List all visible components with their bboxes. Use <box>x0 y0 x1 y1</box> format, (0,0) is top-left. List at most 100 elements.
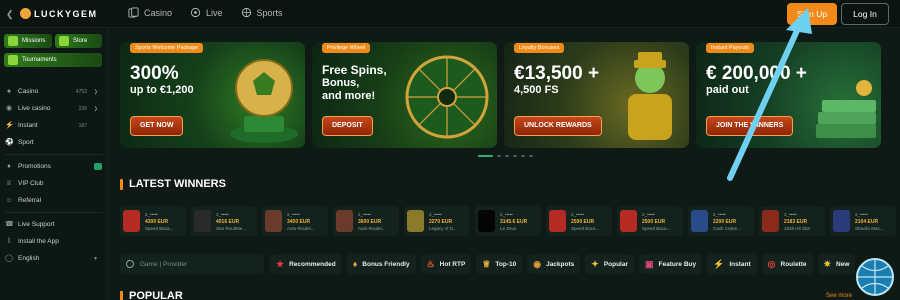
carousel-dot[interactable] <box>478 155 493 157</box>
sidebar-item-live-support[interactable]: ☎ Live Support <box>0 216 108 233</box>
bolt-icon: ⚡ <box>713 258 725 269</box>
filter-chip-jackpots[interactable]: ◉ Jackpots <box>527 254 581 274</box>
sidebar-item-count: 187 <box>78 122 87 129</box>
sidebar-item-live-casino[interactable]: ◉ Live casino 226 ❯ <box>0 100 108 117</box>
banner-instant-payouts[interactable]: Instant Payouts € 200,000 + paid out JOI… <box>696 42 881 148</box>
winner-card[interactable]: 2_••••• 2270 EUR Legacy of D... <box>404 206 470 236</box>
winner-game: Star Roulette... <box>216 226 247 231</box>
winner-card[interactable]: 2_••••• 2104 EUR Shaolin Mas... <box>830 206 896 236</box>
sidebar-item-casino[interactable]: ♠ Casino 4753 ❯ <box>0 83 108 100</box>
banner-headline: € 200,000 + <box>706 63 807 84</box>
brand-logo[interactable]: LUCKYGEM <box>20 8 98 19</box>
topnav-label: Live <box>206 7 223 18</box>
sidebar-item-referral[interactable]: ☺ Referral <box>0 192 108 209</box>
topnav-casino[interactable]: Casino <box>128 7 172 18</box>
sidebar-divider <box>5 212 103 213</box>
winner-card[interactable]: 2_••••• 3145.6 EUR Le Zeus <box>475 206 541 236</box>
filter-chip-hot-rtp[interactable]: ♨ Hot RTP <box>420 254 472 274</box>
game-thumbnail <box>336 210 353 232</box>
winner-username: 2_••••• <box>642 212 655 217</box>
winner-card[interactable]: 2_••••• 2500 EUR Speed Baca... <box>617 206 683 236</box>
banner-cta-button[interactable]: UNLOCK REWARDS <box>514 116 602 136</box>
sidebar-tile-store[interactable]: Store <box>55 34 102 48</box>
tile-label: Store <box>73 38 88 44</box>
winner-game: Speed Baca... <box>642 226 671 231</box>
medal-icon: ✦ <box>591 258 599 269</box>
cards-icon: ♠ <box>7 87 11 95</box>
banner-sports-welcome[interactable]: Sports Welcome Package 300% up to €1,200… <box>120 42 305 148</box>
gift-icon: ♦ <box>352 258 358 269</box>
search-input[interactable] <box>140 260 250 268</box>
see-more-link[interactable]: See more <box>826 293 852 299</box>
winner-card[interactable]: 2_••••• 3600 EUR Auto-Roulet... <box>333 206 399 236</box>
sidebar-item-vip-club[interactable]: ♕ VIP Club <box>0 175 108 192</box>
topnav-live[interactable]: Live <box>190 7 223 18</box>
winner-game: Shaolin Mas... <box>855 226 884 231</box>
winner-amount: 2104 EUR <box>855 219 879 225</box>
game-thumbnail <box>407 210 424 232</box>
login-button[interactable]: Log In <box>841 3 889 25</box>
topnav-sports[interactable]: Sports <box>241 7 283 18</box>
sidebar-list: ♠ Casino 4753 ❯ ◉ Live casino 226 ❯ ⚡ In… <box>0 83 108 267</box>
heading-accent-bar <box>120 178 123 190</box>
game-thumbnail <box>265 210 282 232</box>
filter-chip-top-10[interactable]: ♕ Top-10 <box>476 254 523 274</box>
carousel-dot[interactable] <box>497 155 501 157</box>
vip-globe-badge-icon[interactable] <box>854 256 896 298</box>
bolt-icon: ⚡ <box>5 121 14 129</box>
sidebar-item-promotions[interactable]: ♦ Promotions <box>0 158 108 175</box>
winner-card[interactable]: 2_••••• 2183 EUR 1626 Hit Slot <box>759 206 825 236</box>
headset-icon: ☎ <box>5 220 14 228</box>
section-title: LATEST WINNERS <box>129 178 226 190</box>
promotions-badge <box>94 163 102 170</box>
winner-username: 2_••••• <box>429 212 442 217</box>
missions-icon <box>8 36 18 46</box>
filter-label: Jackpots <box>546 260 575 268</box>
game-thumbnail <box>478 210 495 232</box>
filter-label: Roulette <box>780 260 807 268</box>
winner-username: 2_••••• <box>784 212 797 217</box>
search-box[interactable] <box>120 254 264 274</box>
sidebar-tile-tournaments[interactable]: Tournaments <box>4 53 102 67</box>
gift-icon: ♦ <box>7 162 11 170</box>
winner-card[interactable]: 2_••••• 2200 EUR Cash Crane... <box>688 206 754 236</box>
filter-chip-popular[interactable]: ✦ Popular <box>585 254 635 274</box>
new-icon: ✷ <box>823 258 832 269</box>
banner-cta-button[interactable]: JOIN THE WINNERS <box>706 116 794 136</box>
banner-cta-button[interactable]: GET NOW <box>130 116 184 136</box>
filter-chip-recommended[interactable]: ★ Recommended <box>270 254 342 274</box>
filter-label: Feature Buy <box>658 260 697 268</box>
filter-chip-instant[interactable]: ⚡ Instant <box>707 254 757 274</box>
filter-chip-roulette[interactable]: ◎ Roulette <box>761 254 813 274</box>
winner-amount: 4300 EUR <box>145 219 169 225</box>
carousel-dot[interactable] <box>505 155 509 157</box>
winner-username: 2_••••• <box>855 212 868 217</box>
sidebar-item-instant[interactable]: ⚡ Instant 187 <box>0 117 108 134</box>
latest-winners-heading: LATEST WINNERS <box>120 178 226 190</box>
crown-icon: ♕ <box>5 179 13 187</box>
banner-privilege-wheel[interactable]: Privilege Wheel Free Spins, Bonus, and m… <box>312 42 497 148</box>
sidebar-item-install-app[interactable]: ⇩ Install the App <box>0 233 108 250</box>
sidebar-item-sport[interactable]: ⚽ Sport <box>0 134 108 151</box>
sidebar-toggle-icon[interactable]: ❮ <box>6 9 16 19</box>
sidebar-tile-missions[interactable]: Missions <box>4 34 52 48</box>
filter-chip-bonus-friendly[interactable]: ♦ Bonus Friendly <box>346 254 416 274</box>
carousel-dot[interactable] <box>529 155 533 157</box>
carousel-dot[interactable] <box>521 155 525 157</box>
banner-cta-button[interactable]: DEPOSIT <box>322 116 373 136</box>
ticket-icon: ▣ <box>645 258 654 269</box>
banner-tag: Sports Welcome Package <box>130 43 204 53</box>
filter-chip-feature-buy[interactable]: ▣ Feature Buy <box>639 254 703 274</box>
carousel-dot[interactable] <box>513 155 517 157</box>
filter-chip-new[interactable]: ✷ New <box>817 254 856 274</box>
winner-card[interactable]: 2_••••• 2500 EUR Speed Baca... <box>546 206 612 236</box>
language-selector[interactable]: ◯ English ▼ <box>0 250 108 267</box>
winner-card[interactable]: 2_••••• 4016 EUR Star Roulette... <box>191 206 257 236</box>
signup-button[interactable]: Sign Up <box>787 3 837 25</box>
banner-loyalty-bonuses[interactable]: Loyalty Bonuses €13,500 + 4,500 FS UNLOC… <box>504 42 689 148</box>
winner-card[interactable]: 2_••••• 3400 EUR Auto-Roulet... <box>262 206 328 236</box>
banner-subline: up to €1,200 <box>130 84 194 96</box>
winner-card[interactable]: 2_••••• 4300 EUR Speed Baca... <box>120 206 186 236</box>
cash-stack-icon <box>816 80 876 138</box>
sidebar: Missions Store Tournaments ♠ Casino 4753… <box>0 28 108 300</box>
